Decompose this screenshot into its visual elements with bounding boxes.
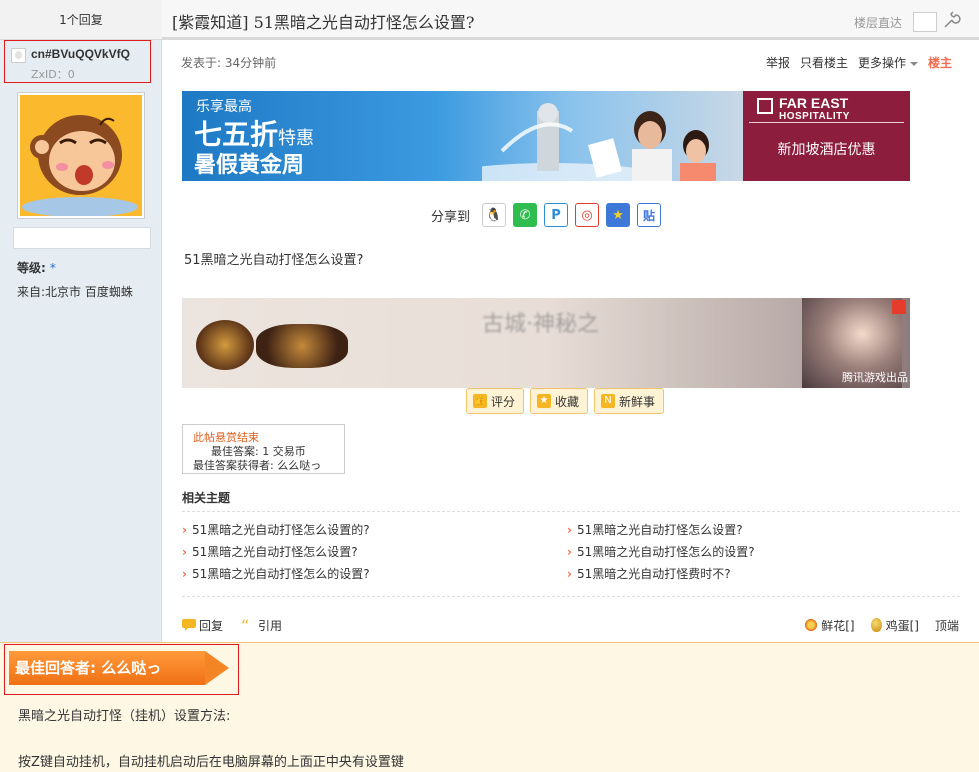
ad-brand: FAR EAST HOSPITALITY: [779, 95, 850, 122]
quote-button[interactable]: “引用: [241, 616, 282, 635]
sina-weibo-icon[interactable]: ◎: [575, 203, 600, 227]
tencent-weibo-icon[interactable]: P: [544, 203, 569, 227]
user-location: 来自:北京市 百度蜘蛛: [17, 285, 133, 299]
floor-jump-input[interactable]: [913, 12, 937, 32]
share-bar: 分享到 🐧 ✆ P ◎ ★ 贴: [431, 203, 662, 227]
related-topic-link[interactable]: 51黑暗之光自动打怪费时不?: [567, 566, 952, 582]
question-text: 51黑暗之光自动打怪怎么设置?: [184, 253, 364, 268]
flower-icon: [804, 618, 819, 632]
best-answer-highlight: 最佳回答者: 么么哒っ: [4, 644, 239, 695]
ad-blurred-text: 古城·神秘之: [482, 312, 599, 337]
ad-corner-icon[interactable]: [892, 300, 906, 314]
op-badge: 楼主: [927, 56, 952, 70]
egg-icon: [870, 618, 882, 632]
ad-left-panel: 乐享最高 七五折特惠 暑假黄金周: [182, 91, 743, 181]
post-actions: 举报 只看楼主 更多操作 楼主: [766, 54, 952, 71]
ad-tag: 腾讯游戏出品: [842, 371, 908, 384]
related-topic-link[interactable]: 51黑暗之光自动打怪怎么的设置?: [567, 544, 952, 560]
news-button[interactable]: N 新鲜事: [594, 388, 665, 414]
game-logo-1: [196, 320, 254, 370]
quote-icon: “: [241, 616, 255, 635]
reward-box: 此帖悬赏结束 最佳答案: 1 交易币 最佳答案获得者: 么么哒っ: [182, 424, 345, 474]
user-level: 等级: *: [17, 261, 56, 275]
flowers-button[interactable]: 鲜花[]: [804, 617, 855, 634]
reward-winner: 最佳答案获得者: 么么哒っ: [193, 459, 322, 472]
zxid-label: ZxID：0: [31, 68, 75, 81]
rate-button[interactable]: 👍 评分: [466, 388, 525, 414]
related-heading: 相关主题: [182, 491, 231, 505]
reply-icon: [182, 619, 196, 631]
hotel-ad-banner[interactable]: 乐享最高 七五折特惠 暑假黄金周 FAR EAST HOSPITALITY 新加坡…: [182, 91, 910, 181]
far-east-logo-icon: [757, 98, 773, 114]
best-answer-section: 最佳回答者: 么么哒っ 黑暗之光自动打怪（挂机）设置方法: 按Z键自动挂机，自动…: [0, 642, 979, 772]
wrench-icon[interactable]: [941, 11, 961, 31]
star-icon: ★: [537, 394, 552, 408]
related-topic-link[interactable]: 51黑暗之光自动打怪怎么设置的?: [182, 522, 567, 538]
ad-right-panel: FAR EAST HOSPITALITY 新加坡酒店优惠: [743, 91, 910, 181]
favorite-button[interactable]: ★ 收藏: [530, 388, 589, 414]
wechat-icon[interactable]: ✆: [513, 203, 538, 227]
user-progress-bar: [13, 227, 151, 249]
game-logo-2: [256, 324, 348, 368]
best-answer-paragraph: 黑暗之光自动打怪（挂机）设置方法:: [18, 709, 231, 724]
report-link[interactable]: 举报: [766, 54, 790, 71]
avatar[interactable]: [17, 92, 145, 219]
thumbs-up-icon: 👍: [473, 394, 487, 408]
username-link[interactable]: cn#BVuQQVkVfQ: [31, 47, 130, 61]
reply-count: 1个回复: [0, 0, 162, 40]
post-footer-actions: 回复 “引用: [182, 616, 282, 635]
related-topics: 51黑暗之光自动打怪怎么设置的? 51黑暗之光自动打怪怎么设置? 51黑暗之光自…: [182, 511, 960, 597]
only-op-link[interactable]: 只看楼主: [800, 54, 848, 71]
news-icon: N: [601, 394, 616, 408]
ad-right-text: 新加坡酒店优惠: [777, 142, 876, 158]
back-to-top-link[interactable]: 顶端: [935, 617, 959, 634]
related-topic-link[interactable]: 51黑暗之光自动打怪怎么设置?: [182, 544, 567, 560]
best-answer-paragraph: 按Z键自动挂机，自动挂机启动后在电脑屏幕的上面正中央有设置键: [18, 755, 404, 770]
qq-icon[interactable]: 🐧: [482, 203, 507, 227]
post-footer-right: 鲜花[] 鸡蛋[] 顶端: [804, 617, 959, 634]
related-topic-link[interactable]: 51黑暗之光自动打怪怎么的设置?: [182, 566, 567, 582]
post-time: 发表于: 34分钟前: [181, 56, 277, 70]
monkey-avatar-image: [20, 95, 142, 216]
more-actions-dropdown[interactable]: 更多操作: [858, 54, 918, 71]
post-buttons: 👍 评分 ★ 收藏 N 新鲜事: [466, 388, 665, 414]
floor-jump-label: 楼层直达: [854, 16, 903, 30]
ad-line3: 暑假黄金周: [194, 153, 305, 178]
author-sidebar: 1个回复 cn#BVuQQVkVfQ ZxID：0 等级: * 来自:北京市 百…: [0, 0, 162, 642]
game-ad-banner[interactable]: 古城·神秘之 腾讯游戏出品: [182, 298, 910, 388]
related-topic-link[interactable]: 51黑暗之光自动打怪怎么设置?: [567, 522, 952, 538]
user-status-icon: [11, 48, 26, 63]
user-info: cn#BVuQQVkVfQ ZxID：0: [4, 40, 151, 83]
qzone-icon[interactable]: ★: [606, 203, 631, 227]
reply-button[interactable]: 回复: [182, 617, 223, 634]
svg-text:“: “: [241, 619, 249, 631]
share-label: 分享到: [431, 209, 471, 225]
merlion-photo: [482, 103, 716, 181]
tieba-icon[interactable]: 贴: [637, 203, 662, 227]
eggs-button[interactable]: 鸡蛋[]: [870, 617, 919, 634]
level-star: *: [49, 261, 56, 275]
thread-title-bar: [紫霞知道] 51黑暗之光自动打怪怎么设置? 楼层直达: [162, 0, 979, 40]
best-answer-tag: 最佳回答者: 么么哒っ: [9, 651, 229, 685]
thread-title: [紫霞知道] 51黑暗之光自动打怪怎么设置?: [172, 13, 475, 32]
